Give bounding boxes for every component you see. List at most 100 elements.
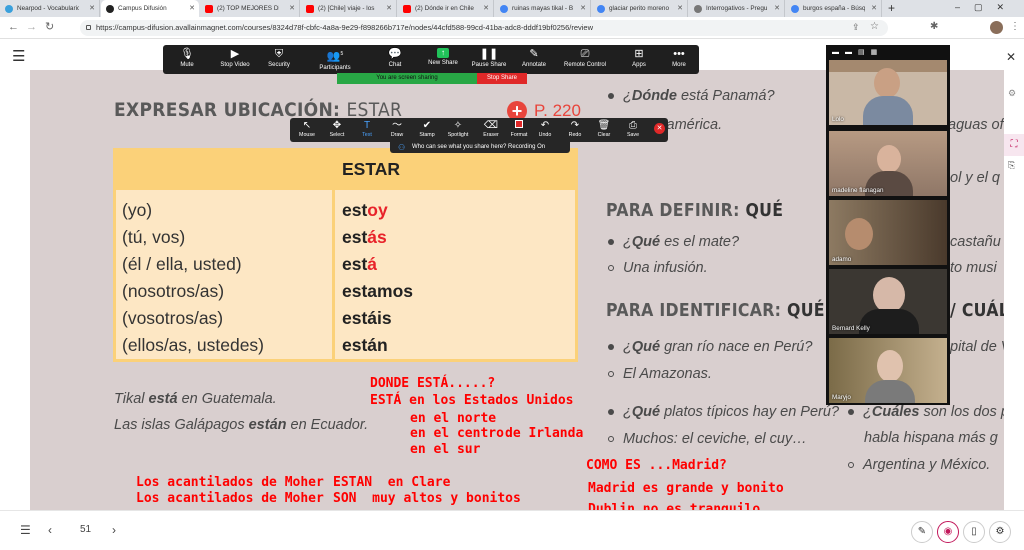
question-mate: ¿Qué es el mate? — [608, 234, 739, 250]
participant-video-maryjo[interactable]: Maryjo — [829, 338, 947, 403]
forward-arrow-icon[interactable]: → — [26, 21, 37, 33]
extensions-icon[interactable]: ✱ — [930, 21, 938, 33]
participant-video-madeline[interactable]: madeline flanagan — [829, 131, 947, 196]
bullet-icon — [608, 239, 614, 246]
reload-icon[interactable]: ↻ — [45, 21, 54, 33]
gallery-view-controls[interactable]: ▬▬▤▦ — [832, 48, 883, 56]
tab-youtube-top[interactable]: (2) TOP MEJORES DE ✕ — [200, 0, 300, 17]
slide-page-number[interactable]: 51 — [80, 524, 91, 535]
annotation-irlanda: de Irlanda — [505, 426, 584, 441]
outline-list-icon[interactable]: ☰ — [20, 523, 31, 537]
edit-notes-icon[interactable]: ✎ — [911, 521, 933, 543]
move-icon: ✥ — [332, 120, 342, 131]
undo-tool[interactable]: ↶ Undo — [530, 120, 560, 138]
hamburger-menu-icon[interactable]: ☰ — [12, 47, 25, 65]
spotlight-tool[interactable]: ✧ Spotlight — [443, 120, 473, 138]
tab-campus-difusion[interactable]: Campus Difusión ✕ — [101, 0, 199, 17]
notes-icon[interactable]: ⎘ — [1008, 160, 1015, 171]
text-tool[interactable]: T Text — [352, 120, 382, 138]
back-arrow-icon[interactable]: ← — [8, 21, 19, 33]
answer-argentina: Argentina y México. — [848, 457, 990, 473]
table-column-divider — [332, 151, 335, 359]
tab-interrogativos[interactable]: Interrogativos - Pregu ✕ — [689, 0, 785, 17]
tab-google-tikal[interactable]: ruinas mayas tikal - B ✕ — [495, 0, 591, 17]
pronoun-yo: (yo) — [122, 200, 153, 220]
draw-tool[interactable]: 〜 Draw — [382, 120, 412, 138]
participant-face — [873, 277, 905, 313]
mouse-tool[interactable]: ↖ Mouse — [292, 120, 322, 138]
more-button[interactable]: ••• More — [651, 48, 707, 68]
participant-face — [845, 218, 873, 250]
answer-infusion: Una infusión. — [608, 260, 708, 276]
fullscreen-icon[interactable]: ⛶ — [1004, 134, 1024, 156]
close-tab-icon[interactable]: ✕ — [386, 4, 392, 12]
close-annotation-icon[interactable]: ✕ — [654, 123, 665, 134]
remote-control-button[interactable]: ⎚ Remote Control — [557, 48, 613, 68]
close-tab-icon[interactable]: ✕ — [580, 4, 586, 12]
tab-google-glaciar[interactable]: glaciar perito moreno ✕ — [592, 0, 688, 17]
tab-nearpod[interactable]: Nearpod - Vocabulario ✕ — [0, 0, 100, 17]
close-tab-icon[interactable]: ✕ — [483, 4, 489, 12]
bookmark-star-icon[interactable]: ☆ — [870, 21, 879, 33]
security-button[interactable]: ⛨ Security — [251, 48, 307, 68]
right-tool-rail: ✕ ⚙ ⛶ ⎘ — [1004, 40, 1024, 510]
ring-bullet-icon — [608, 436, 614, 443]
close-tab-icon[interactable]: ✕ — [871, 4, 877, 12]
participants-button[interactable]: 👥5 Participants — [307, 48, 363, 71]
eraser-icon: ⌫ — [483, 120, 499, 131]
tab-youtube-donde[interactable]: (2) Dónde ir en Chile ✕ — [398, 0, 494, 17]
settings-gear-icon[interactable]: ⚙ — [989, 521, 1011, 543]
table-header-divider — [116, 187, 575, 190]
window-controls[interactable]: –▢✕ — [955, 2, 1018, 13]
select-tool[interactable]: ✥ Select — [322, 120, 352, 138]
annotation-madrid: Madrid es grande y bonito — [588, 481, 784, 496]
globe-favicon-icon — [694, 4, 702, 13]
right-text-5: pital de V — [950, 339, 1011, 355]
close-tab-icon[interactable]: ✕ — [289, 4, 295, 12]
next-slide-button[interactable]: › — [112, 523, 116, 537]
close-tab-icon[interactable]: ✕ — [189, 4, 195, 12]
menu-dots-icon[interactable]: ⋮ — [1010, 21, 1020, 33]
new-tab-button[interactable]: + — [888, 1, 895, 15]
screen-sharing-banner: You are screen sharing — [337, 73, 477, 84]
stamp-tool[interactable]: ✔ Stamp — [412, 120, 442, 138]
right-text-1: aguas of — [948, 117, 1004, 133]
close-icon[interactable]: ✕ — [1006, 50, 1016, 64]
annotate-button[interactable]: ✎ Annotate — [506, 48, 562, 68]
settings-icon[interactable]: ⚙ — [1008, 88, 1016, 99]
book-icon[interactable]: ▯ — [963, 521, 985, 543]
pronoun-nosotros: (nosotros/as) — [122, 281, 225, 301]
close-tab-icon[interactable]: ✕ — [677, 4, 683, 12]
close-tab-icon[interactable]: ✕ — [774, 4, 780, 12]
pronoun-el: (él / ella, usted) — [122, 254, 242, 274]
save-icon: ⎙ — [629, 120, 637, 131]
text-icon: T — [363, 120, 371, 131]
tab-google-burgos[interactable]: burgos españa - Búsq ✕ — [786, 0, 882, 17]
close-tab-icon[interactable]: ✕ — [89, 4, 95, 12]
share-page-icon[interactable]: ⇪ — [852, 21, 860, 33]
annotation-sur: en el sur — [410, 442, 481, 457]
stop-share-button[interactable]: Stop Share — [477, 73, 527, 84]
verb-estoy: estoy — [342, 200, 388, 220]
participant-video-bernard[interactable]: Bernard Kelly — [829, 269, 947, 334]
save-tool[interactable]: ⎙ Save — [618, 120, 648, 138]
redo-tool[interactable]: ↷ Redo — [560, 120, 590, 138]
eye-icon[interactable]: ◉ — [937, 521, 959, 543]
participant-face — [874, 68, 900, 98]
bullet-icon — [848, 409, 854, 416]
eraser-tool[interactable]: ⌫ Eraser — [476, 120, 506, 138]
url-field[interactable]: https://campus-difusion.avallainmagnet.c… — [80, 20, 888, 36]
previous-slide-button[interactable]: ‹ — [48, 523, 52, 537]
tab-youtube-chile[interactable]: (2) [Chile] viaje - los ✕ — [301, 0, 397, 17]
annotation-eeuu: ESTÁ en los Estados Unidos — [370, 393, 574, 408]
video-gallery: ▬▬▤▦ Lolo madeline flanagan adamo Bernar… — [826, 45, 950, 405]
profile-avatar[interactable] — [990, 21, 1003, 34]
cursor-icon: ↖ — [302, 120, 312, 131]
clear-tool[interactable]: 🗑 Clear — [589, 120, 619, 138]
nearpod-favicon-icon — [5, 4, 13, 13]
conjugation-table: ESTAR (yo) estoy (tú, vos) estás (él / e… — [113, 148, 578, 362]
share-visibility-notice[interactable]: ⚇ Who can see what you share here? Record… — [390, 142, 570, 153]
answer-amazonas: El Amazonas. — [608, 366, 712, 382]
participant-video-lolo[interactable]: Lolo — [829, 60, 947, 125]
participant-video-adamo[interactable]: adamo — [829, 200, 947, 265]
